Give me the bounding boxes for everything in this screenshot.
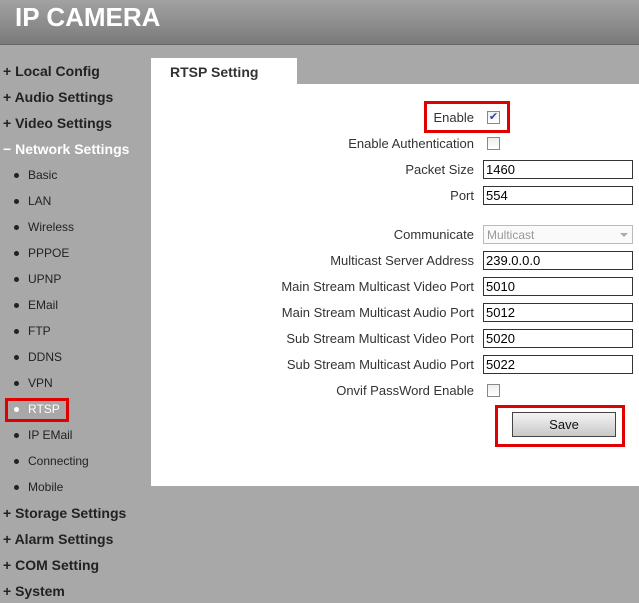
plus-icon: + (3, 63, 12, 79)
port-label: Port (450, 188, 474, 203)
sidebar-item-label: VPN (28, 376, 53, 390)
onvif-row: Onvif PassWord Enable (151, 381, 639, 401)
sidebar-subitem-ftp[interactable]: FTP (14, 324, 51, 338)
sidebar-subitem-ip-email[interactable]: IP EMail (14, 428, 72, 442)
sidebar-subitem-vpn[interactable]: VPN (14, 376, 53, 390)
communicate-select[interactable]: Multicast (483, 225, 633, 244)
multicast-server-row: Multicast Server Address (151, 251, 639, 271)
sidebar-subitem-ddns[interactable]: DDNS (14, 350, 62, 364)
sidebar-subitem-lan[interactable]: LAN (14, 194, 51, 208)
plus-icon: + (3, 89, 12, 105)
app-title: IP CAMERA (15, 2, 161, 32)
sidebar-item-label: FTP (28, 324, 51, 338)
sidebar-item-local-config[interactable]: + Local Config (3, 63, 100, 79)
highlight-enable (424, 101, 510, 133)
bullet-icon (14, 381, 19, 387)
multicast-server-input[interactable] (483, 251, 633, 270)
plus-icon: + (3, 557, 12, 573)
main-video-port-input[interactable] (483, 277, 633, 296)
sub-audio-label: Sub Stream Multicast Audio Port (286, 357, 474, 372)
bullet-icon (14, 277, 19, 283)
sub-video-port-input[interactable] (483, 329, 633, 348)
bullet-icon (14, 251, 19, 257)
communicate-label: Communicate (393, 227, 474, 242)
sub-audio-port-input[interactable] (483, 355, 633, 374)
sidebar-item-label: Basic (28, 168, 58, 182)
sidebar-item-alarm-settings[interactable]: + Alarm Settings (3, 531, 113, 547)
sidebar-item-com-setting[interactable]: + COM Setting (3, 557, 99, 573)
enable-row: Enable ✔ (151, 108, 639, 128)
minus-icon: − (3, 141, 12, 157)
sidebar-item-label: COM Setting (15, 557, 100, 573)
main-audio-label: Main Stream Multicast Audio Port (281, 305, 474, 320)
sidebar-item-label: LAN (28, 194, 52, 208)
sidebar-item-label: Local Config (15, 63, 100, 79)
main-audio-port-input[interactable] (483, 303, 633, 322)
port-row: Port (151, 186, 639, 206)
main-video-row: Main Stream Multicast Video Port (151, 277, 639, 297)
sidebar-item-label: PPPOE (28, 246, 70, 260)
highlight-rtsp (5, 398, 69, 422)
sidebar-item-label: IP EMail (28, 428, 73, 442)
onvif-checkbox[interactable] (487, 384, 500, 397)
sidebar-subitem-upnp[interactable]: UPNP (14, 272, 61, 286)
sidebar-item-label: Storage Settings (15, 505, 127, 521)
bullet-icon (14, 225, 19, 231)
sidebar-item-audio-settings[interactable]: + Audio Settings (3, 89, 113, 105)
highlight-save (495, 405, 625, 447)
plus-icon: + (3, 115, 12, 131)
main-video-label: Main Stream Multicast Video Port (281, 279, 474, 294)
bullet-icon (14, 303, 19, 309)
packet-size-label: Packet Size (405, 162, 474, 177)
sidebar-item-label: Network Settings (15, 141, 130, 157)
sub-video-row: Sub Stream Multicast Video Port (151, 329, 639, 349)
sidebar-item-video-settings[interactable]: + Video Settings (3, 115, 112, 131)
bullet-icon (14, 173, 19, 179)
packet-size-row: Packet Size (151, 160, 639, 180)
plus-icon: + (3, 583, 12, 599)
sidebar-item-label: Mobile (28, 480, 64, 494)
sidebar-item-network-settings[interactable]: − Network Settings (3, 141, 129, 157)
chevron-down-icon (620, 233, 628, 237)
bullet-icon (14, 459, 19, 465)
sidebar-subitem-connecting[interactable]: Connecting (14, 454, 89, 468)
sidebar-subitem-mobile[interactable]: Mobile (14, 480, 63, 494)
sidebar-item-system[interactable]: + System (3, 583, 65, 599)
tab-rtsp-setting[interactable]: RTSP Setting (151, 58, 297, 84)
multicast-server-label: Multicast Server Address (330, 253, 474, 268)
sidebar-item-label: System (15, 583, 65, 599)
sidebar-item-label: Wireless (28, 220, 75, 234)
auth-checkbox[interactable] (487, 137, 500, 150)
communicate-row: Communicate Multicast (151, 225, 639, 245)
plus-icon: + (3, 531, 12, 547)
sidebar-item-label: Video Settings (15, 115, 113, 131)
main-audio-row: Main Stream Multicast Audio Port (151, 303, 639, 323)
bullet-icon (14, 355, 19, 361)
bullet-icon (14, 485, 19, 491)
sidebar-item-label: Alarm Settings (14, 531, 114, 547)
sub-audio-row: Sub Stream Multicast Audio Port (151, 355, 639, 375)
bullet-icon (14, 433, 19, 439)
sidebar-subitem-wireless[interactable]: Wireless (14, 220, 74, 234)
plus-icon: + (3, 505, 12, 521)
sidebar-item-storage-settings[interactable]: + Storage Settings (3, 505, 126, 521)
packet-size-input[interactable] (483, 160, 633, 179)
sidebar-subitem-basic[interactable]: Basic (14, 168, 57, 182)
auth-label: Enable Authentication (348, 136, 474, 151)
header: IP CAMERA (0, 0, 639, 45)
sidebar-item-label: DDNS (28, 350, 63, 364)
bullet-icon (14, 329, 19, 335)
sidebar-subitem-pppoe[interactable]: PPPOE (14, 246, 69, 260)
sidebar-subitem-email[interactable]: EMail (14, 298, 58, 312)
port-input[interactable] (483, 186, 633, 205)
sidebar-item-label: UPNP (28, 272, 62, 286)
communicate-value: Multicast (487, 228, 535, 242)
sidebar-item-label: EMail (28, 298, 59, 312)
bullet-icon (14, 199, 19, 205)
auth-row: Enable Authentication (151, 134, 639, 154)
sub-video-label: Sub Stream Multicast Video Port (286, 331, 474, 346)
onvif-label: Onvif PassWord Enable (336, 383, 474, 398)
sidebar-item-label: Audio Settings (14, 89, 114, 105)
sidebar-item-label: Connecting (28, 454, 89, 468)
